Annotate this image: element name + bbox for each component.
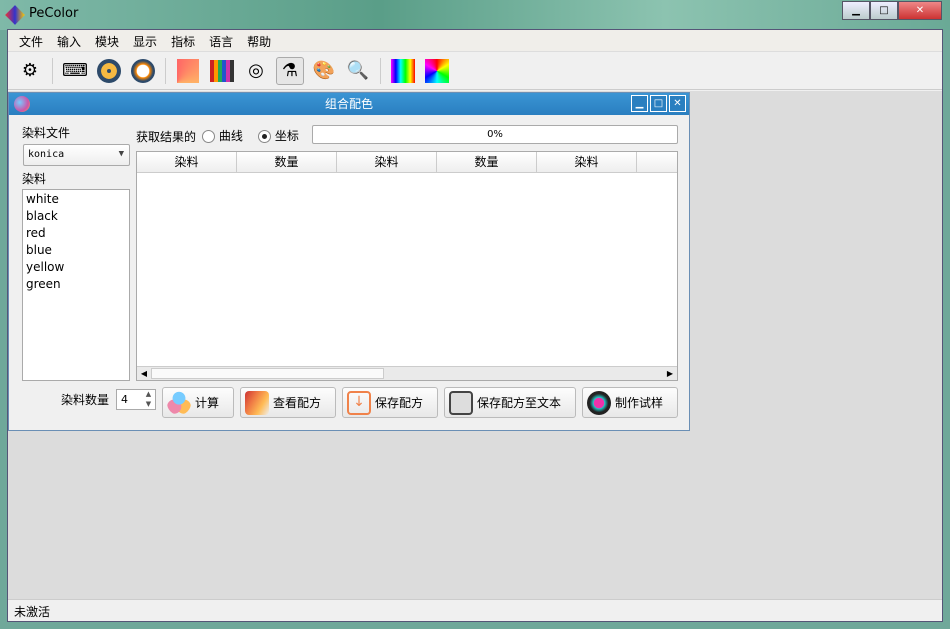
view-formula-label: 查看配方 [273, 396, 322, 410]
list-item[interactable]: yellow [26, 260, 126, 277]
list-item[interactable]: red [26, 226, 126, 243]
column-header[interactable]: 数量 [437, 152, 537, 172]
search-icon[interactable]: 🔍 [344, 57, 372, 85]
sub-maximize-button[interactable]: □ [650, 95, 667, 112]
dye-count-spinbox[interactable]: 4 ▲ ▼ [116, 389, 156, 410]
keyboard-icon[interactable]: ⌨ [61, 57, 89, 85]
combination-color-window: 组合配色 ▁ □ ✕ 染料文件 konica ▼ 染料 white black r… [8, 92, 690, 431]
palette-icon[interactable]: 🎨 [310, 57, 338, 85]
minimize-button[interactable]: ▁ [842, 1, 870, 20]
close-button[interactable]: ✕ [898, 1, 942, 20]
list-item[interactable]: black [26, 209, 126, 226]
column-header[interactable]: 染料 [337, 152, 437, 172]
light-icon[interactable] [129, 57, 157, 85]
app-title: PeColor [29, 6, 79, 21]
spectrum-icon[interactable] [389, 57, 417, 85]
dye-list[interactable]: white black red blue yellow green [22, 189, 130, 381]
color-space-icon[interactable] [423, 57, 451, 85]
settings-icon[interactable]: ⚙ [16, 57, 44, 85]
book-icon [449, 390, 473, 415]
column-header[interactable]: 染料 [537, 152, 637, 172]
dye-count-label: 染料数量 [61, 393, 110, 407]
dye-label: 染料 [22, 172, 47, 186]
dye-file-select[interactable]: konica ▼ [23, 144, 130, 166]
folder-icon[interactable] [95, 57, 123, 85]
maximize-button[interactable]: □ [870, 1, 898, 20]
subwindow-title: 组合配色 [324, 97, 373, 111]
save-formula-text-label: 保存配方至文本 [477, 396, 562, 410]
save-formula-text-button[interactable]: 保存配方至文本 [444, 387, 576, 418]
save-formula-label: 保存配方 [375, 396, 424, 410]
dye-file-label: 染料文件 [22, 126, 71, 140]
lab-icon[interactable]: ⚗ [276, 56, 304, 85]
color-fan-icon [245, 390, 269, 415]
toolbar: ⚙ ⌨ ◎ ⚗ 🎨 🔍 [8, 52, 942, 90]
color-mix-icon [167, 390, 191, 415]
make-sample-label: 制作试样 [615, 396, 664, 410]
scroll-left-icon[interactable]: ◀ [137, 367, 151, 380]
column-header[interactable]: 数 [637, 152, 677, 172]
save-folder-icon: ↓ [347, 390, 371, 415]
calculate-button[interactable]: 计算 [162, 387, 234, 418]
radio-curve[interactable]: 曲线 [202, 127, 243, 144]
menu-help[interactable]: 帮助 [240, 30, 278, 51]
list-item[interactable]: blue [26, 243, 126, 260]
main-window: 文件 输入 模块 显示 指标 语言 帮助 ⚙ ⌨ ◎ ⚗ 🎨 🔍 组合配色 ▁ … [7, 29, 943, 622]
menu-input[interactable]: 输入 [50, 30, 88, 51]
column-header[interactable]: 染料 [137, 152, 237, 172]
color-mix-icon[interactable]: ◎ [242, 57, 270, 85]
status-bar: 未激活 [8, 599, 942, 621]
progress-bar: 0% [312, 125, 678, 144]
color-grid-icon[interactable] [208, 57, 236, 85]
scroll-right-icon[interactable]: ▶ [663, 367, 677, 380]
menu-module[interactable]: 模块 [88, 30, 126, 51]
scroll-thumb[interactable] [151, 368, 384, 379]
mdi-area: 组合配色 ▁ □ ✕ 染料文件 konica ▼ 染料 white black r… [8, 91, 942, 599]
calculate-label: 计算 [195, 396, 220, 410]
title-bar: PeColor ▁ □ ✕ [0, 0, 950, 30]
menu-file[interactable]: 文件 [12, 30, 50, 51]
horizontal-scrollbar[interactable]: ◀ ▶ [137, 366, 677, 380]
subwindow-title-bar: 组合配色 ▁ □ ✕ [9, 93, 689, 115]
chevron-down-icon: ▼ [118, 149, 124, 159]
sample-icon [587, 390, 611, 415]
color-fan-icon[interactable] [174, 57, 202, 85]
sub-minimize-button[interactable]: ▁ [631, 95, 648, 112]
app-icon [5, 5, 25, 25]
save-formula-button[interactable]: ↓ 保存配方 [342, 387, 438, 418]
spin-down-icon[interactable]: ▼ [142, 400, 155, 409]
result-label: 获取结果的 [136, 130, 197, 144]
menu-bar: 文件 输入 模块 显示 指标 语言 帮助 [8, 30, 942, 52]
menu-display[interactable]: 显示 [126, 30, 164, 51]
list-item[interactable]: green [26, 277, 126, 294]
dye-file-value: konica [28, 149, 65, 160]
radio-curve-label: 曲线 [218, 129, 243, 143]
view-formula-button[interactable]: 查看配方 [240, 387, 336, 418]
list-item[interactable]: white [26, 192, 126, 209]
result-table: 染料 数量 染料 数量 染料 数 ◀ ▶ [136, 151, 678, 381]
column-header[interactable]: 数量 [237, 152, 337, 172]
menu-index[interactable]: 指标 [164, 30, 202, 51]
menu-language[interactable]: 语言 [202, 30, 240, 51]
sub-close-button[interactable]: ✕ [669, 95, 686, 112]
spin-up-icon[interactable]: ▲ [142, 390, 155, 399]
make-sample-button[interactable]: 制作试样 [582, 387, 678, 418]
radio-coord[interactable]: 坐标 [258, 127, 299, 144]
radio-coord-label: 坐标 [274, 129, 299, 143]
dye-count-value: 4 [121, 393, 128, 406]
color-mix-icon [14, 96, 30, 112]
